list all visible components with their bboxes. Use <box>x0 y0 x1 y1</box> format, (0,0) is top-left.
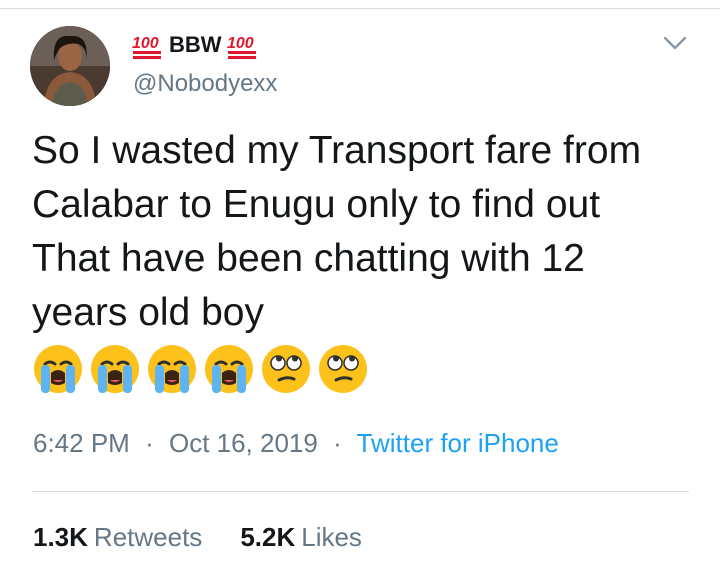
likes-label: Likes <box>301 522 362 552</box>
svg-text:100: 100 <box>227 35 254 52</box>
chevron-down-icon[interactable] <box>662 34 688 52</box>
tweet-source-link[interactable]: Twitter for iPhone <box>357 428 559 458</box>
tweet-text: So I wasted my Transport fare from Calab… <box>32 129 642 334</box>
tweet-card: 100 BBW 100 @Nobodyexx So I wasted my Tr… <box>0 0 720 577</box>
meta-separator: · <box>145 428 154 458</box>
retweets-label: Retweets <box>93 522 203 552</box>
loudly-crying-face-icon <box>89 343 141 400</box>
loudly-crying-face-icon <box>146 343 198 400</box>
loudly-crying-face-icon <box>32 343 84 400</box>
tweet-date[interactable]: Oct 16, 2019 <box>169 428 318 458</box>
tweet-time[interactable]: 6:42 PM <box>33 428 130 458</box>
user-handle[interactable]: @Nobodyexx <box>133 70 277 98</box>
hundred-points-icon: 100 <box>226 31 260 59</box>
tweet-meta: 6:42 PM · Oct 16, 2019 · Twitter for iPh… <box>33 428 559 459</box>
tweet-stats: 1.3K Retweets 5.2K Likes <box>33 522 362 553</box>
svg-text:100: 100 <box>132 35 159 52</box>
avatar[interactable] <box>30 26 110 106</box>
hundred-points-icon: 100 <box>131 31 165 59</box>
face-with-rolling-eyes-icon <box>260 343 312 400</box>
loudly-crying-face-icon <box>203 343 255 400</box>
emoji-row <box>32 343 369 400</box>
display-name-text: BBW <box>169 32 222 57</box>
stats-divider <box>32 491 689 492</box>
meta-separator: · <box>333 428 342 458</box>
likes-stat[interactable]: 5.2K Likes <box>240 522 362 553</box>
top-divider <box>0 8 720 9</box>
retweets-stat[interactable]: 1.3K Retweets <box>33 522 202 553</box>
face-with-rolling-eyes-icon <box>317 343 369 400</box>
display-name[interactable]: 100 BBW 100 <box>131 30 260 60</box>
likes-count: 5.2K <box>240 522 296 552</box>
retweets-count: 1.3K <box>33 522 88 552</box>
